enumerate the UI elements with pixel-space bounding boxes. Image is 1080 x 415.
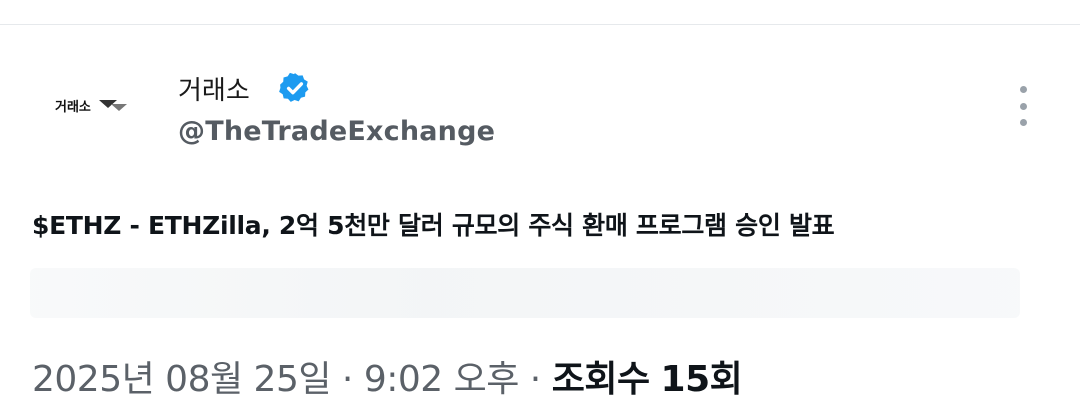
- tweet-date[interactable]: 2025년 08월 25일: [32, 359, 331, 400]
- more-options-button[interactable]: [1010, 86, 1036, 126]
- meta-separator: ·: [518, 359, 552, 400]
- exchange-logo-icon: [98, 100, 127, 111]
- more-dot: [1019, 119, 1027, 126]
- more-dot: [1019, 102, 1027, 110]
- views-count: 15회: [660, 359, 743, 400]
- tweet-time[interactable]: 9:02 오후: [364, 359, 520, 400]
- avatar-label: 거래소: [55, 99, 91, 115]
- tweet-meta: 2025년 08월 25일 · 9:02 오후 · 조회수 15회: [32, 350, 743, 402]
- blurred-content: [30, 268, 1020, 318]
- meta-separator: ·: [330, 359, 364, 400]
- author-display-name[interactable]: 거래소: [178, 70, 250, 107]
- author-name-row[interactable]: 거래소: [178, 68, 312, 108]
- views-label: 조회수: [551, 359, 650, 400]
- author-handle[interactable]: @TheTradeExchange: [178, 116, 495, 147]
- verified-badge-icon: [278, 72, 309, 102]
- more-vertical-icon: [1019, 86, 1027, 93]
- top-divider: [0, 24, 1080, 25]
- avatar[interactable]: 거래소: [30, 72, 146, 138]
- tweet-detail: 거래소 거래소 @TheTradeExchange $ETHZ - ETHZil…: [0, 0, 1080, 415]
- tweet-text: $ETHZ - ETHZilla, 2억 5천만 달러 규모의 주식 환매 프로…: [32, 211, 835, 240]
